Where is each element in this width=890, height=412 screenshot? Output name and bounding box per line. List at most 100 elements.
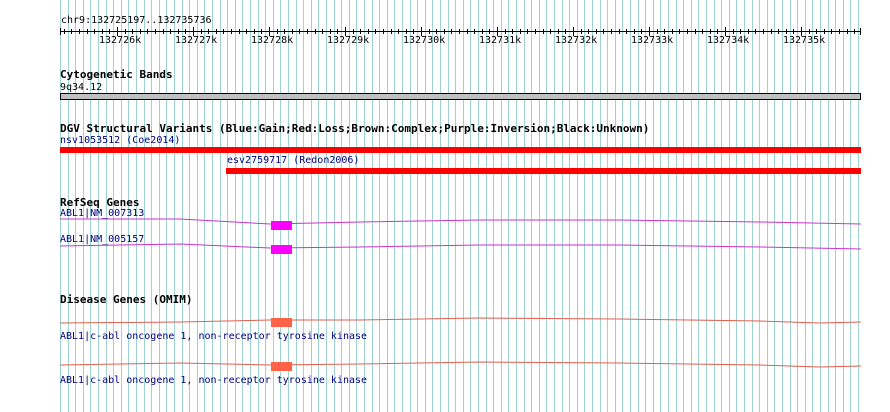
ruler-minor-tick xyxy=(474,29,475,34)
ruler-minor-tick xyxy=(102,29,103,34)
ruler-minor-tick xyxy=(535,29,536,34)
ruler-minor-tick xyxy=(558,29,559,34)
ruler-minor-tick xyxy=(185,29,186,34)
ruler-tick-label: 132735k xyxy=(783,35,826,46)
ruler-minor-tick xyxy=(398,29,399,34)
dgv-track-title: DGV Structural Variants (Blue:Gain;Red:L… xyxy=(60,122,650,135)
ruler-minor-tick xyxy=(596,29,597,34)
ruler-minor-tick xyxy=(79,29,80,34)
ruler-minor-tick xyxy=(717,29,718,34)
ruler-minor-tick xyxy=(641,29,642,34)
ruler-minor-tick xyxy=(375,29,376,34)
ruler-tick-label: 132730k xyxy=(403,35,446,46)
ruler-minor-tick xyxy=(406,29,407,34)
ruler-minor-tick xyxy=(695,29,696,34)
ruler-minor-tick xyxy=(467,29,468,34)
ruler-minor-tick xyxy=(619,29,620,34)
omim-gene-label: ABL1|c-abl oncogene 1, non-receptor tyro… xyxy=(60,331,368,342)
ruler-minor-tick xyxy=(581,29,582,34)
ruler-minor-tick xyxy=(611,29,612,34)
ruler-minor-tick xyxy=(512,29,513,34)
ruler-minor-tick xyxy=(748,29,749,34)
ruler-tick-label: 132727k xyxy=(175,35,218,46)
ruler-minor-tick xyxy=(847,29,848,34)
ruler-minor-tick xyxy=(125,29,126,34)
exon-block xyxy=(271,245,292,254)
ruler-tick-label: 132732k xyxy=(555,35,598,46)
ruler-minor-tick xyxy=(603,29,604,34)
ruler-minor-tick xyxy=(94,29,95,34)
ruler-minor-tick xyxy=(155,29,156,34)
ruler-minor-tick xyxy=(330,29,331,34)
ruler-minor-tick xyxy=(831,29,832,34)
ruler-minor-tick xyxy=(140,29,141,34)
ruler-minor-tick xyxy=(824,29,825,34)
ruler-minor-tick xyxy=(520,29,521,34)
ruler-minor-tick xyxy=(64,29,65,34)
ruler-minor-tick xyxy=(413,29,414,34)
ruler-minor-tick xyxy=(763,29,764,34)
ruler-tick-label: 132729k xyxy=(327,35,370,46)
ruler-minor-tick xyxy=(702,29,703,34)
omim-gene-label: ABL1|c-abl oncogene 1, non-receptor tyro… xyxy=(60,375,368,386)
ruler-minor-tick xyxy=(132,29,133,34)
ruler-minor-tick xyxy=(565,29,566,34)
dgv-feature-label: nsv1053512 (Coe2014) xyxy=(60,135,181,146)
refseq-gene-model[interactable] xyxy=(60,241,862,255)
ruler-minor-tick xyxy=(786,29,787,34)
ruler-minor-tick xyxy=(391,29,392,34)
ruler-tick-label: 132731k xyxy=(479,35,522,46)
ruler-tick-label: 132728k xyxy=(251,35,294,46)
ruler-minor-tick xyxy=(839,29,840,34)
ruler-minor-tick xyxy=(687,29,688,34)
ruler-minor-tick xyxy=(588,29,589,34)
ruler-minor-tick xyxy=(216,29,217,34)
ruler-minor-tick xyxy=(793,29,794,34)
ruler-minor-tick xyxy=(459,29,460,34)
ruler-tick-label: 132733k xyxy=(631,35,674,46)
ruler-minor-tick xyxy=(664,29,665,34)
ruler-minor-tick xyxy=(208,29,209,34)
omim-gene-model[interactable] xyxy=(60,315,862,329)
ruler-minor-tick xyxy=(778,29,779,34)
dgv-feature-bar[interactable] xyxy=(226,168,861,174)
omim-gene-model[interactable] xyxy=(60,359,862,373)
ruler-minor-tick xyxy=(239,29,240,34)
cytoband-track-title: Cytogenetic Bands xyxy=(60,68,173,81)
ruler-minor-tick xyxy=(383,29,384,34)
ruler-minor-tick xyxy=(178,29,179,34)
dgv-feature-label: esv2759717 (Redon2006) xyxy=(227,155,360,166)
ruler-minor-tick xyxy=(231,29,232,34)
ruler-minor-tick xyxy=(429,29,430,34)
ruler-minor-tick xyxy=(360,29,361,34)
ruler-minor-tick xyxy=(527,29,528,34)
ruler-minor-tick xyxy=(315,29,316,34)
refseq-gene-model[interactable] xyxy=(60,216,862,230)
ruler-minor-tick xyxy=(254,29,255,34)
ruler-minor-tick xyxy=(322,29,323,34)
ruler-minor-tick xyxy=(816,29,817,34)
ruler-minor-tick xyxy=(672,29,673,34)
ruler-minor-tick xyxy=(657,29,658,34)
exon-block xyxy=(271,318,292,327)
ruler-tick-label: 132726k xyxy=(99,35,142,46)
ruler-minor-tick xyxy=(261,29,262,34)
ruler-right-end xyxy=(860,28,861,35)
ruler-minor-tick xyxy=(809,29,810,34)
ruler-minor-tick xyxy=(436,29,437,34)
exon-block xyxy=(271,221,292,230)
ruler-minor-tick xyxy=(246,29,247,34)
ruler-minor-tick xyxy=(277,29,278,34)
dgv-feature-bar[interactable] xyxy=(60,147,861,153)
exon-block xyxy=(271,362,292,371)
ruler-minor-tick xyxy=(771,29,772,34)
ruler-minor-tick xyxy=(854,29,855,34)
ruler-minor-tick xyxy=(679,29,680,34)
ruler-minor-tick xyxy=(755,29,756,34)
ruler-minor-tick xyxy=(292,29,293,34)
ruler-minor-tick xyxy=(223,29,224,34)
cytoband-bar[interactable] xyxy=(60,93,861,100)
position-label: chr9:132725197..132735736 xyxy=(61,15,212,26)
ruler-minor-tick xyxy=(71,29,72,34)
ruler-minor-tick xyxy=(299,29,300,34)
